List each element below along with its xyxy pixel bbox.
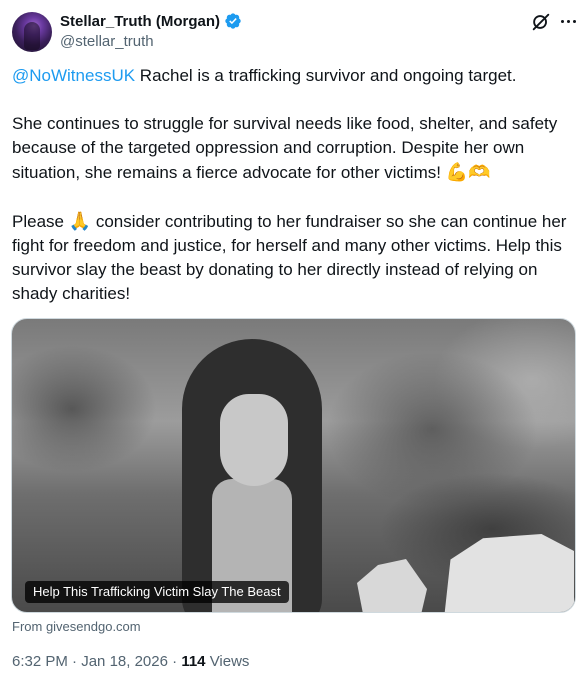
author-display-name[interactable]: Stellar_Truth (Morgan) xyxy=(60,13,220,30)
link-card-source[interactable]: From givesendgo.com xyxy=(12,619,141,634)
tweet-paragraph-1: @NoWitnessUK Rachel is a trafficking sur… xyxy=(12,64,576,88)
author-handle[interactable]: @stellar_truth xyxy=(60,33,154,50)
tweet-time[interactable]: 6:32 PM xyxy=(12,653,68,670)
link-card-caption[interactable]: Help This Trafficking Victim Slay The Be… xyxy=(25,581,289,603)
tweet-text: @NoWitnessUK Rachel is a trafficking sur… xyxy=(12,64,576,330)
meta-separator: · xyxy=(172,653,178,670)
more-options-icon[interactable] xyxy=(557,10,579,32)
verified-badge-icon[interactable] xyxy=(224,12,242,30)
views-label: Views xyxy=(209,653,250,670)
tweet-paragraph-3-start: Please xyxy=(12,212,69,231)
tweet-paragraph-1-text: Rachel is a trafficking survivor and ong… xyxy=(135,66,517,85)
tweet-paragraph-3-text: consider contributing to her fundraiser … xyxy=(12,212,567,303)
grok-icon[interactable] xyxy=(530,11,552,33)
tweet-date[interactable]: Jan 18, 2026 xyxy=(81,653,168,670)
person-face xyxy=(220,394,288,486)
tweet-paragraph-2: She continues to struggle for survival n… xyxy=(12,112,576,185)
author-name-row: Stellar_Truth (Morgan) xyxy=(60,12,242,30)
tweet-paragraph-3: Please 🙏 consider contributing to her fu… xyxy=(12,209,576,306)
author-avatar[interactable] xyxy=(12,12,52,52)
meta-separator: · xyxy=(72,653,78,670)
views-count: 114 xyxy=(181,653,206,670)
flexed-biceps-heart-hands-emoji: 💪🫶 xyxy=(445,162,491,182)
mention-link[interactable]: @NoWitnessUK xyxy=(12,66,135,85)
tweet-meta: 6:32 PM · Jan 18, 2026 · 114 Views xyxy=(12,653,249,670)
link-card-image[interactable]: Help This Trafficking Victim Slay The Be… xyxy=(11,318,576,613)
folded-hands-emoji: 🙏 xyxy=(68,211,92,231)
